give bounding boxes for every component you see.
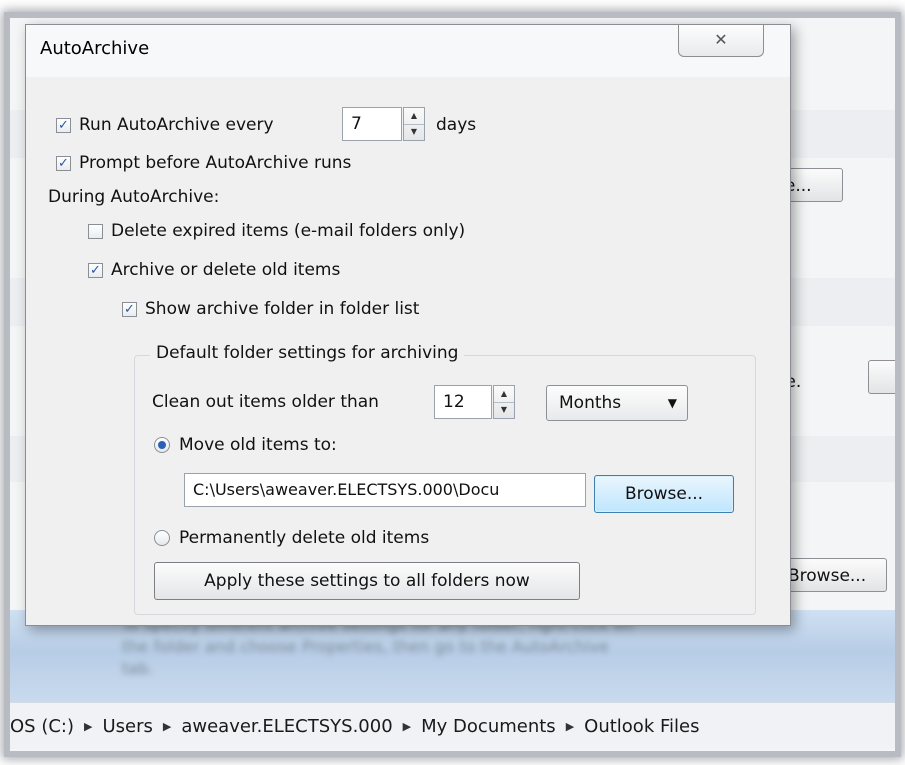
breadcrumb-arrow-icon[interactable]: ▶ [403, 720, 411, 733]
breadcrumb-arrow-icon[interactable]: ▶ [566, 720, 574, 733]
permanently-delete-row: Permanently delete old items [154, 528, 429, 548]
dialog-title: AutoArchive [40, 38, 150, 59]
breadcrumb-arrow-icon[interactable]: ▶ [84, 720, 92, 733]
delete-expired-label: Delete expired items (e-mail folders onl… [111, 221, 466, 241]
breadcrumb-item[interactable]: Users [102, 716, 152, 737]
autoarchive-dialog: AutoArchive ✕ ✓ Run AutoArchive every 7 … [25, 24, 791, 626]
spin-up-icon[interactable]: ▲ [494, 386, 514, 403]
spin-down-icon[interactable]: ▼ [494, 402, 514, 418]
move-old-label: Move old items to: [179, 435, 337, 455]
period-select[interactable]: Months ▼ [546, 385, 688, 421]
archive-old-checkbox[interactable]: ✓ [88, 262, 103, 278]
delete-expired-checkbox[interactable] [88, 223, 103, 239]
move-old-row: Move old items to: [154, 435, 337, 455]
close-button[interactable]: ✕ [678, 25, 764, 57]
archive-old-row: ✓ Archive or delete old items [88, 260, 340, 280]
breadcrumb-item[interactable]: My Documents [421, 716, 556, 737]
breadcrumb-item[interactable]: aweaver.ELECTSYS.000 [181, 716, 392, 737]
breadcrumb: OS (C:) ▶ Users ▶ aweaver.ELECTSYS.000 ▶… [10, 702, 895, 749]
dialog-titlebar: AutoArchive ✕ [26, 25, 790, 78]
clean-out-spinner[interactable]: ▲ ▼ [493, 385, 515, 419]
close-icon: ✕ [714, 30, 728, 49]
spin-down-icon[interactable]: ▼ [404, 124, 424, 140]
permanently-delete-radio[interactable] [154, 530, 170, 546]
days-label: days [436, 115, 477, 135]
prompt-label: Prompt before AutoArchive runs [79, 153, 352, 173]
show-folder-label: Show archive folder in folder list [145, 299, 420, 319]
move-old-radio[interactable] [154, 437, 170, 453]
run-every-days-input[interactable]: 7 [342, 107, 402, 141]
period-select-value: Months [559, 393, 622, 413]
show-folder-row: ✓ Show archive folder in folder list [122, 299, 419, 319]
screenshot-frame: se... file. Browse... To specify differe… [10, 18, 895, 751]
chevron-down-icon: ▼ [667, 396, 677, 410]
show-folder-checkbox[interactable]: ✓ [122, 301, 137, 317]
run-autoarchive-checkbox[interactable]: ✓ [56, 117, 71, 133]
group-label: Default folder settings for archiving [150, 343, 465, 363]
spin-up-icon[interactable]: ▲ [404, 108, 424, 125]
permanently-delete-label: Permanently delete old items [179, 528, 430, 548]
archive-old-label: Archive or delete old items [111, 260, 341, 280]
apply-all-folders-button[interactable]: Apply these settings to all folders now [154, 562, 580, 600]
archive-path-input[interactable]: C:\Users\aweaver.ELECTSYS.000\Docu [184, 473, 586, 507]
breadcrumb-arrow-icon[interactable]: ▶ [163, 720, 171, 733]
during-autoarchive-label: During AutoArchive: [48, 187, 220, 207]
prompt-row: ✓ Prompt before AutoArchive runs [56, 153, 351, 173]
breadcrumb-item[interactable]: Outlook Files [584, 716, 699, 737]
clean-out-value-input[interactable]: 12 [434, 385, 492, 419]
run-every-spinner[interactable]: ▲ ▼ [403, 107, 425, 141]
bg-partial-button[interactable] [868, 360, 895, 394]
prompt-checkbox[interactable]: ✓ [56, 155, 71, 171]
browse-button[interactable]: Browse... [594, 475, 734, 513]
clean-out-label: Clean out items older than [152, 392, 379, 412]
delete-expired-row: Delete expired items (e-mail folders onl… [88, 221, 465, 241]
breadcrumb-item[interactable]: OS (C:) [10, 716, 74, 737]
bg-browse-button-2[interactable]: Browse... [777, 558, 887, 592]
run-autoarchive-label: Run AutoArchive every [79, 115, 274, 135]
run-autoarchive-row: ✓ Run AutoArchive every [56, 115, 274, 135]
